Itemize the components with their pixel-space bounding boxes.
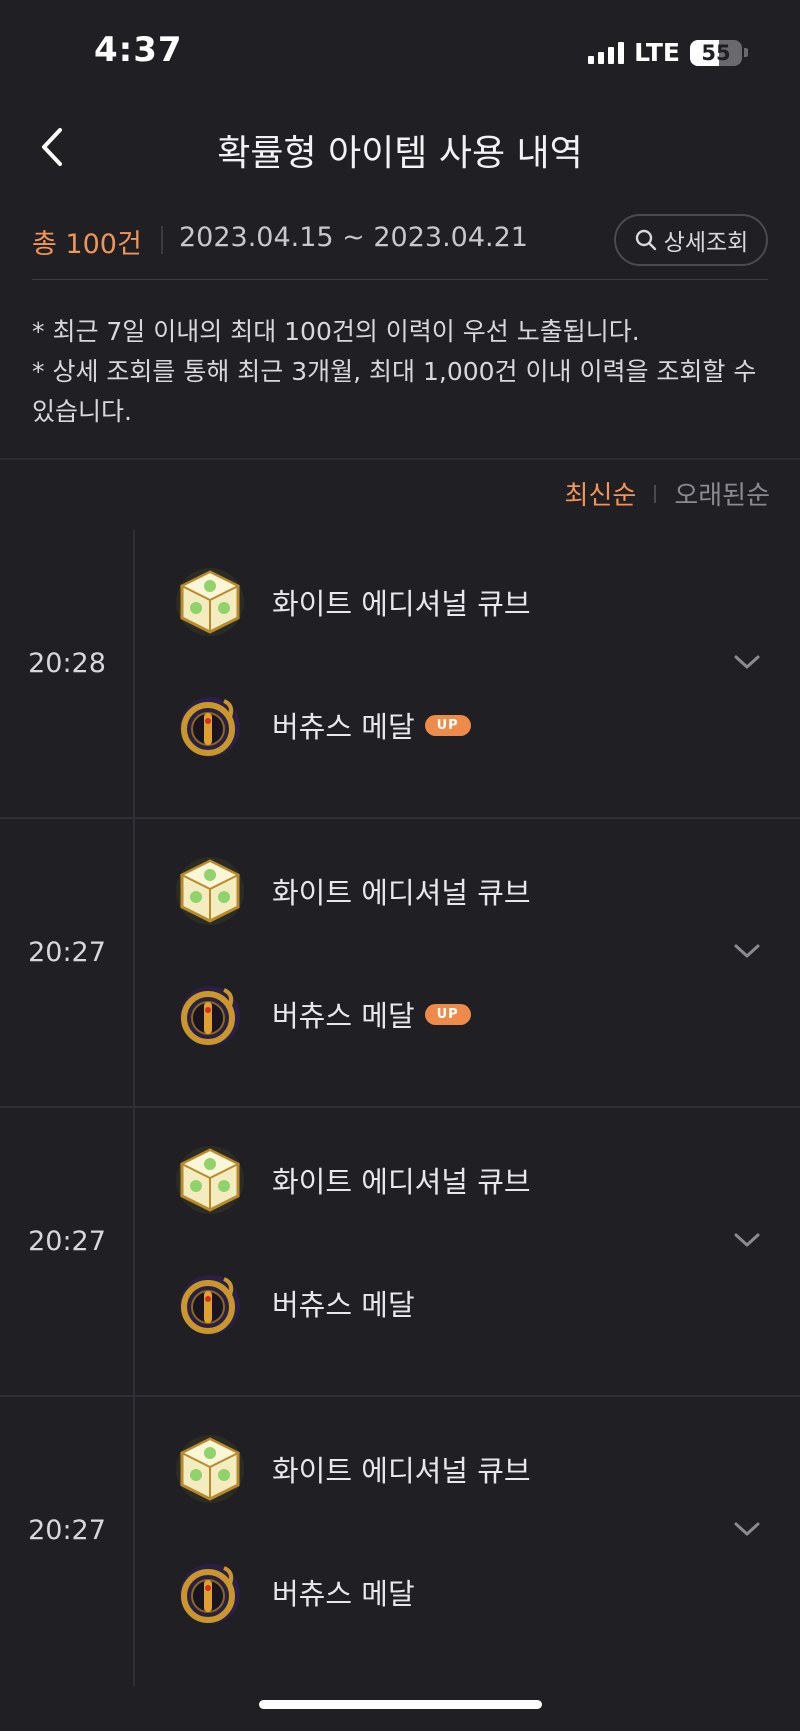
summary-bar: 총 100건 2023.04.15 ~ 2023.04.21 상세조회 (32, 210, 768, 280)
signal-icon (588, 41, 625, 64)
cube-icon (176, 857, 244, 925)
item-medal: 버츄스 메달 (172, 1263, 415, 1343)
item-cube: 화이트 에디셔널 큐브 (172, 562, 531, 642)
item-name: 화이트 에디셔널 큐브 (272, 1165, 531, 1199)
medal-icon (180, 697, 240, 757)
item-name: 버츄스 메달 (272, 1577, 415, 1611)
item-name: 버츄스 메달 (272, 999, 415, 1033)
medal-icon (180, 986, 240, 1046)
notice-line: * 최근 7일 이내의 최대 100건의 이력이 우선 노출됩니다. (32, 317, 640, 346)
divider (133, 1108, 135, 1395)
item-medal: 버츄스 메달 UP (172, 685, 471, 765)
divider (161, 226, 163, 254)
detail-search-button[interactable]: 상세조회 (614, 214, 768, 266)
cube-icon (176, 1435, 244, 1503)
page-title: 확률형 아이템 사용 내역 (217, 133, 583, 174)
record-time: 20:27 (28, 937, 106, 968)
divider (133, 819, 135, 1106)
date-range: 2023.04.15 ~ 2023.04.21 (179, 222, 528, 253)
header: 확률형 아이템 사용 내역 (0, 110, 800, 190)
battery-cap (744, 48, 748, 57)
chevron-down-icon[interactable] (732, 1230, 762, 1250)
item-cube: 화이트 에디셔널 큐브 (172, 1140, 531, 1220)
battery-icon: 55 (690, 39, 742, 66)
history-row[interactable]: 20:27 화이트 에디셔널 큐브 버츄스 메 (0, 819, 800, 1108)
item-name: 화이트 에디셔널 큐브 (272, 1454, 531, 1488)
notice-line: * 상세 조회를 통해 최근 3개월, 최대 1,000건 이내 이력을 조회할… (32, 357, 757, 426)
up-badge: UP (424, 714, 471, 736)
sort-newest[interactable]: 최신순 (565, 475, 637, 512)
history-row[interactable]: 20:28 화이트 에디셔널 큐브 버츄스 메달 UP (0, 530, 800, 819)
chevron-down-icon[interactable] (732, 941, 762, 961)
item-name: 화이트 에디셔널 큐브 (272, 587, 531, 621)
status-indicators: LTE 55 (588, 38, 748, 67)
chevron-down-icon[interactable] (732, 652, 762, 672)
item-name: 버츄스 메달 (272, 710, 415, 744)
divider (654, 484, 657, 503)
item-cube: 화이트 에디셔널 큐브 (172, 851, 531, 931)
item-name: 화이트 에디셔널 큐브 (272, 876, 531, 910)
medal-icon (180, 1564, 240, 1624)
record-time: 20:27 (28, 1226, 106, 1257)
battery-level: 55 (701, 40, 731, 65)
item-medal: 버츄스 메달 UP (172, 974, 471, 1054)
history-row[interactable]: 20:27 화이트 에디셔널 큐브 버츄스 메 (0, 1108, 800, 1397)
history-list: 20:28 화이트 에디셔널 큐브 버츄스 메달 UP 20:27 화이트 에디… (0, 530, 800, 1686)
network-label: LTE (634, 38, 680, 67)
record-time: 20:27 (28, 1515, 106, 1546)
sort-oldest[interactable]: 오래된순 (674, 475, 770, 512)
total-count: 총 100건 (32, 229, 142, 260)
status-time: 4:37 (94, 30, 183, 70)
detail-search-label: 상세조회 (663, 230, 749, 256)
cube-icon (176, 1146, 244, 1214)
cube-icon (176, 568, 244, 636)
item-name: 버츄스 메달 (272, 1288, 415, 1322)
section-divider (0, 458, 800, 460)
chevron-down-icon[interactable] (732, 1519, 762, 1539)
medal-icon (180, 1275, 240, 1335)
status-bar: 4:37 LTE 55 (0, 0, 800, 100)
home-indicator[interactable] (259, 1700, 542, 1709)
item-cube: 화이트 에디셔널 큐브 (172, 1429, 531, 1509)
search-icon (635, 229, 656, 251)
divider (133, 1397, 135, 1686)
history-row[interactable]: 20:27 화이트 에디셔널 큐브 버츄스 메 (0, 1397, 800, 1686)
notice-text: * 최근 7일 이내의 최대 100건의 이력이 우선 노출됩니다. * 상세 … (32, 312, 776, 432)
sort-toggle: 최신순 오래된순 (565, 475, 770, 512)
record-time: 20:28 (28, 648, 106, 679)
divider (133, 530, 135, 817)
up-badge: UP (424, 1003, 471, 1025)
item-medal: 버츄스 메달 (172, 1552, 415, 1632)
